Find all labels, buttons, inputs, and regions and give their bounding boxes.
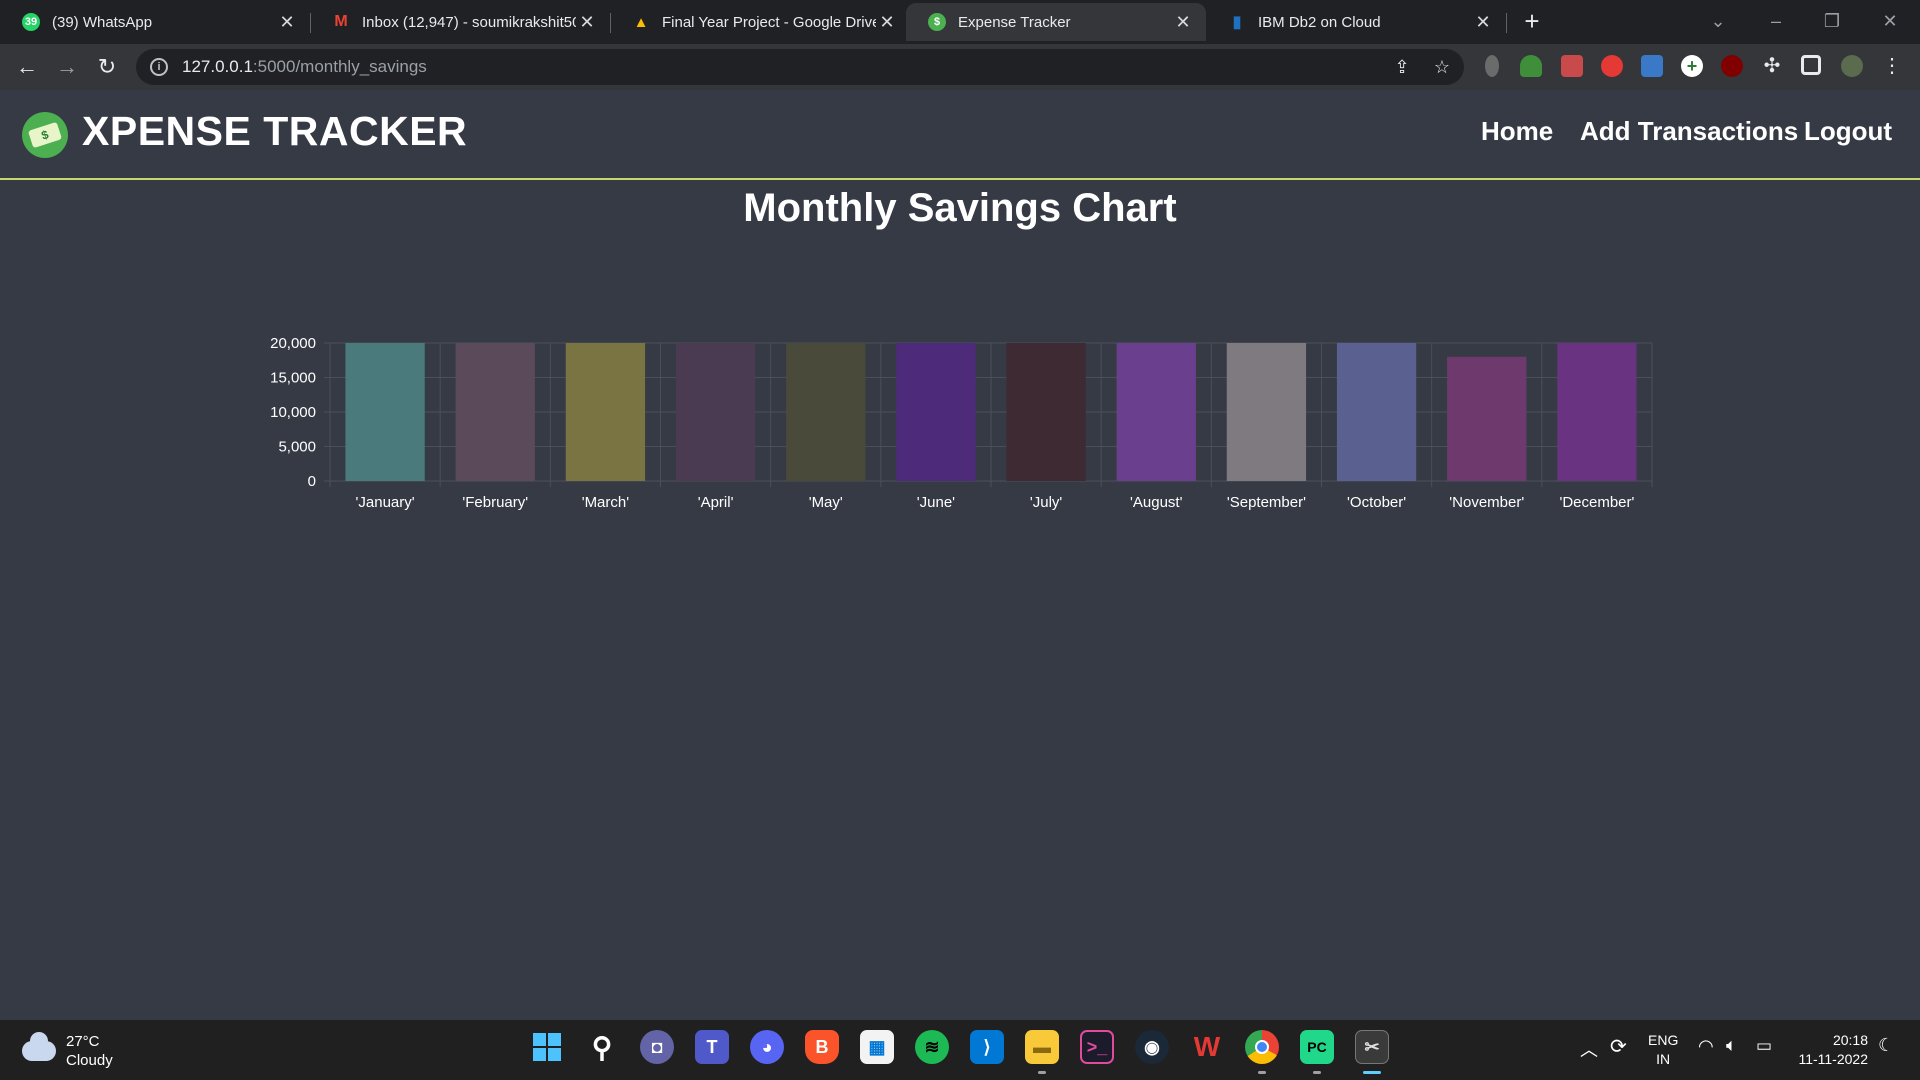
vscode-icon[interactable]: ⟩ [970, 1030, 1004, 1064]
chrome-icon[interactable] [1245, 1030, 1279, 1064]
weather-desc: Cloudy [66, 1052, 113, 1069]
x-tick-label: 'January' [356, 494, 415, 511]
teams-icon[interactable]: T [695, 1030, 729, 1064]
brave-icon[interactable]: B [805, 1030, 839, 1064]
bar-6 [1006, 343, 1086, 481]
terminal-icon[interactable]: >_ [1080, 1030, 1114, 1064]
running-indicator [1258, 1071, 1266, 1074]
cloud-icon [22, 1032, 56, 1061]
running-indicator [1313, 1071, 1321, 1074]
x-tick-label: 'August' [1130, 494, 1183, 511]
x-tick-label: 'December' [1559, 494, 1634, 511]
bar-0 [345, 343, 425, 481]
clock-date: 11-11-2022 [1798, 1051, 1868, 1067]
running-indicator [1038, 1071, 1046, 1074]
x-tick-label: 'February' [462, 494, 528, 511]
x-tick-label: 'March' [582, 494, 630, 511]
steam-icon[interactable]: ◉ [1135, 1030, 1169, 1064]
pycharm-icon[interactable]: PC [1300, 1030, 1334, 1064]
snipping-tool-icon[interactable]: ✂ [1355, 1030, 1389, 1064]
weather-widget[interactable]: 27°C Cloudy [22, 1032, 113, 1070]
sync-icon[interactable]: ⟳ [1610, 1034, 1627, 1059]
bar-4 [786, 343, 866, 481]
bar-3 [675, 343, 756, 481]
clock[interactable]: 20:18 11-11-2022 [1788, 1031, 1868, 1069]
y-tick-label: 0 [308, 473, 316, 490]
microsoft-store-icon[interactable]: ▦ [860, 1030, 894, 1064]
windows-start-icon[interactable] [530, 1030, 564, 1064]
x-tick-label: 'July' [1030, 494, 1063, 511]
x-tick-label: 'September' [1227, 494, 1306, 511]
region-code: IN [1656, 1051, 1671, 1067]
language-indicator[interactable]: ENG IN [1648, 1031, 1678, 1069]
wifi-icon[interactable]: ◠ [1698, 1036, 1714, 1057]
spotify-icon[interactable]: ≋ [915, 1030, 949, 1064]
language-code: ENG [1648, 1032, 1679, 1048]
x-tick-label: 'November' [1449, 494, 1524, 511]
chevron-up-icon[interactable]: ︿ [1580, 1036, 1598, 1062]
active-app-indicator [1363, 1071, 1381, 1074]
y-tick-label: 15,000 [270, 370, 316, 387]
savings-bar-chart: 0 5,000 10,000 15,000 20,000 'January' 'Februa… [270, 335, 1653, 511]
bar-8 [1226, 343, 1307, 481]
y-tick-label: 5,000 [278, 439, 316, 456]
wps-office-icon[interactable]: W [1190, 1030, 1224, 1064]
battery-icon[interactable]: ▭ [1756, 1036, 1772, 1056]
bar-5 [896, 343, 976, 481]
search-icon[interactable]: ⚲ [585, 1030, 619, 1064]
clock-time: 20:18 [1832, 1032, 1868, 1048]
windows-taskbar: 27°C Cloudy [0, 1020, 1920, 1080]
x-tick-label: 'May' [809, 494, 843, 511]
meet-chat-icon[interactable]: ◘ [640, 1030, 674, 1064]
bar-11 [1557, 343, 1637, 481]
bar-1 [455, 343, 535, 481]
y-tick-label: 20,000 [270, 335, 316, 352]
bar-10 [1447, 356, 1527, 481]
weather-temp: 27°C [66, 1033, 100, 1050]
volume-icon[interactable]: 🔈︎ [1726, 1035, 1737, 1056]
x-tick-label: 'June' [917, 494, 955, 511]
x-tick-label: 'April' [698, 494, 734, 511]
bar-2 [565, 343, 646, 481]
notification-moon-icon[interactable]: ☾ [1878, 1035, 1894, 1056]
bar-7 [1116, 343, 1196, 481]
file-explorer-icon[interactable]: ▬ [1025, 1030, 1059, 1064]
bar-9 [1336, 343, 1417, 481]
x-tick-label: 'October' [1347, 494, 1406, 511]
discord-icon[interactable]: ◕ [750, 1030, 784, 1064]
y-tick-label: 10,000 [270, 404, 316, 421]
